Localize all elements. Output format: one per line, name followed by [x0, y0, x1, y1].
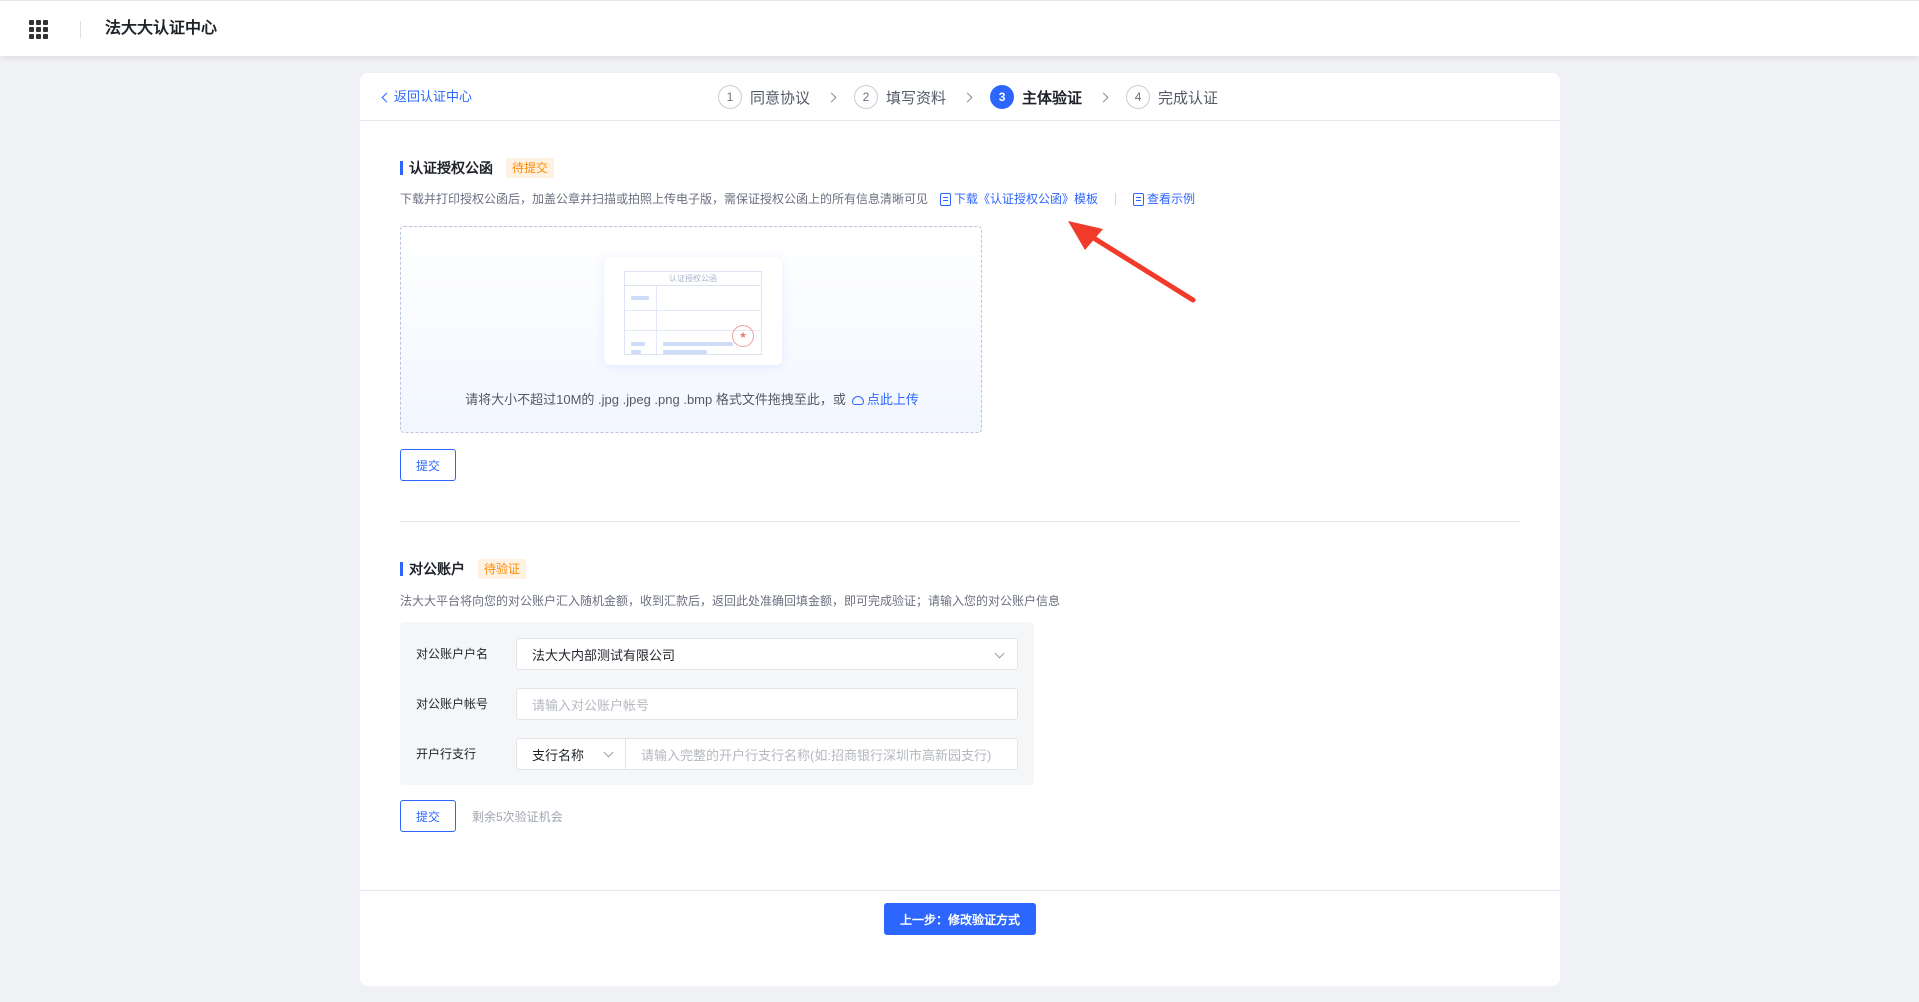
bank-account-description: 法大大平台将向您的对公账户汇入随机金额，收到汇款后，返回此处准确回填金额，即可完…	[400, 594, 1061, 608]
branch-type-value: 支行名称	[532, 747, 585, 763]
section-divider	[400, 521, 1520, 522]
step-4: 4 完成认证	[1126, 85, 1218, 109]
account-number-input[interactable]: 请输入对公账户帐号	[516, 688, 1018, 720]
sheet-text-line	[631, 350, 641, 354]
chevron-right-icon	[826, 92, 837, 102]
document-icon	[940, 192, 951, 206]
back-link-label: 返回认证中心	[394, 89, 473, 104]
download-template-link[interactable]: 下载《认证授权公函》模板	[940, 191, 1098, 207]
account-number-label: 对公账户帐号	[416, 697, 489, 711]
account-name-select[interactable]: 法大大内部测试有限公司	[516, 638, 1018, 670]
chevron-right-icon	[962, 92, 973, 102]
download-template-label: 下载《认证授权公函》模板	[954, 192, 1099, 206]
sheet-text-line	[631, 296, 649, 300]
step-label: 完成认证	[1158, 89, 1219, 107]
chevron-right-icon	[1098, 92, 1109, 102]
sheet-text-line	[631, 342, 645, 346]
sheet-row-line	[625, 310, 761, 311]
section-marker	[400, 161, 403, 175]
step-number: 2	[854, 85, 879, 109]
letter-illustration: 认证授权公函 ★	[604, 257, 782, 365]
topbar-divider	[80, 21, 81, 38]
bank-account-heading: 对公账户 待验证	[400, 559, 527, 579]
upload-hint: 请将大小不超过10M的 .jpg .jpeg .png .bmp 格式文件拖拽至…	[401, 391, 983, 409]
step-number: 1	[718, 85, 742, 109]
sheet-text-line	[663, 350, 707, 354]
step-2: 2 填写资料	[854, 85, 946, 109]
step-label: 主体验证	[1022, 89, 1083, 107]
view-example-link[interactable]: 查看示例	[1133, 191, 1195, 207]
upload-dropzone[interactable]: 认证授权公函 ★ 请将大小不超过10M的 .jpg .jpeg .png .bm…	[400, 226, 982, 433]
step-label: 同意协议	[750, 89, 811, 107]
upload-hint-text: 请将大小不超过10M的 .jpg .jpeg .png .bmp 格式文件拖拽至…	[465, 392, 846, 407]
account-name-label: 对公账户户名	[416, 647, 489, 661]
bank-account-form: 对公账户户名 法大大内部测试有限公司 对公账户帐号 请输入对公账户帐号 开户行支…	[400, 622, 1034, 785]
main-card: 返回认证中心 1 同意协议 2 填写资料 3 主体验证 4 完成认证 认证授权公…	[360, 73, 1560, 986]
account-name-value: 法大大内部测试有限公司	[532, 647, 676, 663]
step-number: 3	[990, 85, 1015, 109]
step-number: 4	[1126, 85, 1151, 109]
view-example-label: 查看示例	[1147, 192, 1196, 206]
cloud-upload-icon	[851, 396, 864, 405]
branch-name-input[interactable]: 请输入完整的开户行支行名称(如:招商银行深圳市高新园支行)	[626, 739, 1017, 769]
remaining-attempts: 剩余5次验证机会	[472, 810, 563, 824]
bank-account-submit-button[interactable]: 提交	[400, 800, 456, 832]
status-badge: 待验证	[478, 559, 527, 579]
auth-letter-links: 下载《认证授权公函》模板 查看示例	[940, 191, 1195, 207]
stepper: 1 同意协议 2 填写资料 3 主体验证 4 完成认证	[718, 85, 1218, 109]
card-footer: 上一步：修改验证方式	[360, 890, 1560, 986]
chevron-left-icon	[381, 92, 392, 103]
step-3: 3 主体验证	[990, 85, 1082, 109]
top-bar: 法大大认证中心	[0, 0, 1919, 56]
branch-type-select[interactable]: 支行名称	[517, 739, 626, 769]
sheet-column-line	[656, 286, 657, 356]
status-badge: 待提交	[506, 158, 555, 178]
example-document-icon	[1133, 192, 1145, 206]
link-separator	[1115, 193, 1117, 205]
auth-letter-description: 下载并打印授权公函后，加盖公章并扫描或拍照上传电子版，需保证授权公函上的所有信息…	[400, 192, 929, 206]
card-header: 返回认证中心 1 同意协议 2 填写资料 3 主体验证 4 完成认证	[360, 73, 1560, 121]
grid-icon[interactable]	[29, 20, 49, 40]
upload-link[interactable]: 点此上传	[851, 392, 919, 407]
app-title: 法大大认证中心	[105, 20, 218, 37]
upload-link-label: 点此上传	[866, 392, 919, 407]
section-title: 对公账户	[409, 561, 465, 577]
illustration-title: 认证授权公函	[625, 272, 761, 286]
back-link[interactable]: 返回认证中心	[381, 88, 473, 106]
branch-label: 开户行支行	[416, 747, 477, 761]
chevron-down-icon	[603, 747, 614, 758]
branch-field: 支行名称 请输入完整的开户行支行名称(如:招商银行深圳市高新园支行)	[516, 738, 1018, 770]
step-1: 1 同意协议	[718, 85, 810, 109]
section-title: 认证授权公函	[409, 160, 493, 176]
chevron-down-icon	[994, 648, 1005, 659]
step-label: 填写资料	[886, 89, 947, 107]
auth-letter-submit-button[interactable]: 提交	[400, 449, 456, 481]
previous-step-button[interactable]: 上一步：修改验证方式	[884, 903, 1036, 935]
stamp-icon: ★	[732, 325, 754, 347]
sheet-text-line	[663, 342, 733, 346]
section-marker	[400, 562, 403, 576]
auth-letter-heading: 认证授权公函 待提交	[400, 158, 555, 178]
